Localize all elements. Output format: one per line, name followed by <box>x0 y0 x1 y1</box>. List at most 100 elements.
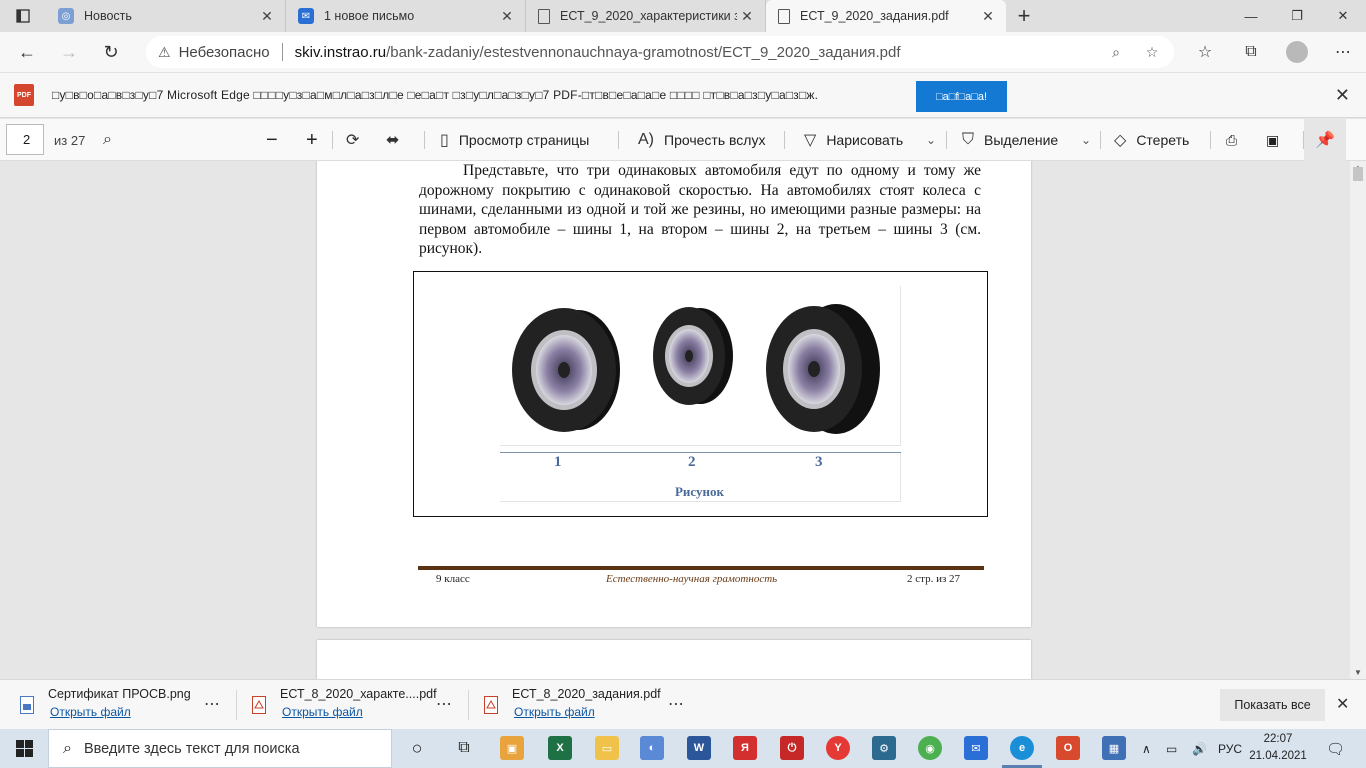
rotate-icon[interactable]: ⟳ <box>346 119 359 161</box>
close-window-icon[interactable]: ✕ <box>1320 0 1366 32</box>
network-app-icon[interactable]: ▦ <box>1102 736 1126 760</box>
task-view-icon[interactable]: ⧉ <box>452 736 476 760</box>
figure-label-2: 2 <box>688 454 696 470</box>
profile-avatar[interactable] <box>1286 41 1308 63</box>
divider <box>424 131 425 149</box>
tab-characteristics[interactable]: ЕСТ_9_2020_характеристики зад ✕ <box>526 0 766 32</box>
default-pdf-button[interactable]: □а□f□а□а! <box>916 81 1007 112</box>
search-placeholder: Введите здесь текст для поиска <box>83 740 300 757</box>
draw-chevron-down-icon[interactable]: ⌄ <box>926 119 936 161</box>
office-icon[interactable]: O <box>1056 736 1080 760</box>
zoom-icon[interactable]: ⌕ <box>1106 42 1126 62</box>
clock[interactable]: 22:07 21.04.2021 <box>1248 731 1308 765</box>
read-aloud-label: Прочесть вслух <box>664 132 766 148</box>
divider <box>332 131 333 149</box>
draw-label: Нарисовать <box>826 132 904 148</box>
close-tab-icon[interactable]: ✕ <box>978 8 998 25</box>
open-file-link[interactable]: Открыть файл <box>50 705 131 719</box>
more-icon[interactable]: ⋯ <box>668 694 684 714</box>
favorites-icon[interactable]: ☆ <box>1182 32 1228 72</box>
yandex-icon[interactable]: Я <box>733 736 757 760</box>
read-aloud-button[interactable]: A) Прочесть вслух <box>638 119 765 161</box>
tab-mail[interactable]: ✉ 1 новое письмо ✕ <box>286 0 526 32</box>
highlight-button[interactable]: ⛉ Выделение <box>962 119 1058 161</box>
scroll-down-icon[interactable]: ▼ <box>1354 668 1362 677</box>
zoom-out-icon[interactable]: − <box>266 119 278 161</box>
file-explorer-icon[interactable]: ▭ <box>595 736 619 760</box>
tab-tasks-pdf[interactable]: ЕСТ_9_2020_задания.pdf ✕ <box>766 0 1006 32</box>
vertical-scrollbar[interactable]: ▲ ▼ <box>1350 161 1366 679</box>
settings-more-icon[interactable]: ⋯ <box>1320 32 1366 72</box>
address-bar[interactable]: ⚠ Небезопасно skiv.instrao.ru/bank-zadan… <box>146 36 1174 68</box>
network-icon[interactable]: ▭ <box>1166 729 1177 768</box>
tab-actions-icon[interactable] <box>0 0 46 32</box>
scroll-thumb[interactable] <box>1353 167 1363 181</box>
draw-icon: ▽ <box>804 132 817 149</box>
print-icon[interactable]: ⎙ <box>1226 119 1237 161</box>
windows-start-icon[interactable] <box>0 729 48 768</box>
back-arrow-icon[interactable]: ← <box>6 32 48 72</box>
restore-icon[interactable]: ❐ <box>1274 0 1320 32</box>
refresh-icon[interactable]: ↻ <box>90 32 132 72</box>
windows-taskbar: ⌕ Введите здесь текст для поиска ○ ⧉ ▣ X… <box>0 729 1366 768</box>
minimize-icon[interactable]: — <box>1228 0 1274 32</box>
notifications-icon[interactable]: 🗨 <box>1326 729 1345 768</box>
divider <box>236 690 237 720</box>
show-all-downloads-button[interactable]: Показать все <box>1220 689 1325 721</box>
draw-button[interactable]: ▽ Нарисовать <box>804 119 903 161</box>
taskbar-search[interactable]: ⌕ Введите здесь текст для поиска <box>48 729 392 768</box>
open-file-link[interactable]: Открыть файл <box>282 705 363 719</box>
media-player-icon[interactable]: ◐ <box>640 736 664 760</box>
url-text[interactable]: skiv.instrao.ru/bank-zadaniy/estestvenno… <box>295 44 901 61</box>
language-indicator[interactable]: РУС <box>1218 729 1242 768</box>
close-tab-icon[interactable]: ✕ <box>497 8 517 25</box>
security-label[interactable]: Небезопасно <box>179 44 270 61</box>
close-tab-icon[interactable]: ✕ <box>737 8 757 25</box>
close-tab-icon[interactable]: ✕ <box>257 8 277 25</box>
highlight-chevron-down-icon[interactable]: ⌄ <box>1081 119 1091 161</box>
pin-toolbar-icon[interactable]: 📌 <box>1304 119 1346 161</box>
mail-app-icon[interactable]: ✉ <box>964 736 988 760</box>
tray-chevron-icon[interactable]: ∧ <box>1142 729 1151 768</box>
close-downloads-icon[interactable]: ✕ <box>1336 694 1349 714</box>
close-infobar-icon[interactable]: ✕ <box>1335 85 1350 106</box>
search-icon: ⌕ <box>63 739 72 757</box>
erase-button[interactable]: ◇ Стереть <box>1114 119 1189 161</box>
download-item[interactable]: ЕСТ_8_2020_характе....pdf Открыть файл ⋯ <box>252 680 462 730</box>
add-favorite-icon[interactable]: ☆ <box>1142 42 1162 62</box>
cortana-icon[interactable]: ○ <box>405 736 429 760</box>
yandex-browser-icon[interactable]: Y <box>826 736 850 760</box>
new-tab-button[interactable]: + <box>1006 0 1042 32</box>
pdf-viewport[interactable]: Представьте, что три одинаковых автомоби… <box>0 161 1350 679</box>
divider <box>468 690 469 720</box>
pdf-file-icon <box>484 696 498 714</box>
download-item[interactable]: ЕСТ_8_2020_задания.pdf Открыть файл ⋯ <box>484 680 694 730</box>
volume-icon[interactable]: 🔊 <box>1192 729 1207 768</box>
zoom-in-icon[interactable]: + <box>306 119 318 161</box>
footer-grade: 9 класс <box>436 573 470 585</box>
save-icon[interactable]: ▣ <box>1266 119 1279 161</box>
warning-icon[interactable]: ⚠ <box>158 44 171 61</box>
edge-icon[interactable]: e <box>1010 736 1034 760</box>
download-item[interactable]: Сертификат ПРОСВ.png Открыть файл ⋯ <box>20 680 230 730</box>
highlight-icon: ⛉ <box>962 131 975 148</box>
fit-width-icon[interactable]: ⬌ <box>386 119 399 161</box>
page-number-input[interactable]: 2 <box>6 124 44 155</box>
collections-icon[interactable]: ⧉ <box>1228 32 1274 72</box>
search-icon[interactable]: ⌕ <box>103 119 112 161</box>
store-icon[interactable]: ▣ <box>500 736 524 760</box>
page-view-button[interactable]: ▯ Просмотр страницы <box>440 119 589 161</box>
excel-icon[interactable]: X <box>548 736 572 760</box>
open-file-link[interactable]: Открыть файл <box>514 705 595 719</box>
word-icon[interactable]: W <box>687 736 711 760</box>
power-app-icon[interactable]: ⏻ <box>780 736 804 760</box>
tab-news[interactable]: ◎ Новость ✕ <box>46 0 286 32</box>
more-icon[interactable]: ⋯ <box>436 694 452 714</box>
app-settings-icon[interactable]: ⚙ <box>872 736 896 760</box>
chrome-icon[interactable]: ◉ <box>918 736 942 760</box>
download-name: ЕСТ_8_2020_характе....pdf <box>280 687 437 701</box>
forward-arrow-icon[interactable]: → <box>48 32 90 72</box>
more-icon[interactable]: ⋯ <box>204 694 220 714</box>
news-icon: ◎ <box>58 8 74 24</box>
window-controls: — ❐ ✕ <box>1228 0 1366 32</box>
